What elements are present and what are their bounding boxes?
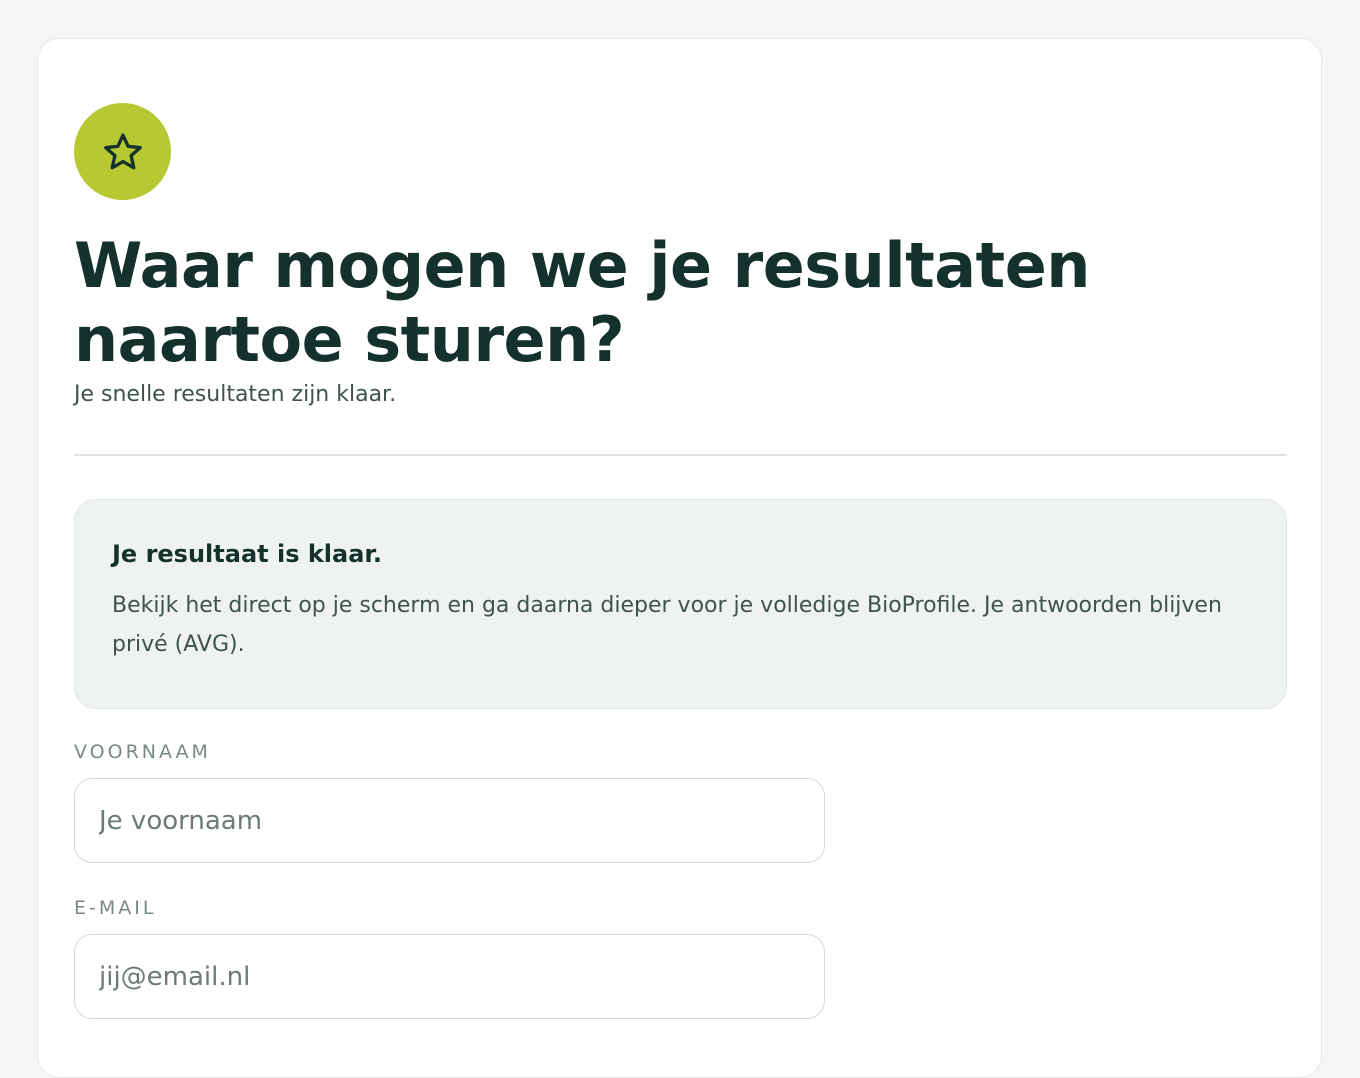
results-card: Waar mogen we je resultaten naartoe stur… [37, 38, 1322, 1078]
page-subtitle: Je snelle resultaten zijn klaar. [74, 382, 397, 407]
first-name-input[interactable] [74, 778, 825, 863]
star-icon [103, 132, 142, 169]
divider [74, 454, 1287, 456]
star-badge [74, 103, 171, 200]
first-name-label: VOORNAAM [74, 741, 211, 763]
info-box: Je resultaat is klaar. Bekijk het direct… [74, 499, 1287, 709]
email-input[interactable] [74, 934, 825, 1019]
email-label: E-MAIL [74, 897, 157, 919]
info-title: Je resultaat is klaar. [112, 540, 382, 568]
page-title: Waar mogen we je resultaten naartoe stur… [74, 229, 1090, 376]
info-text: Bekijk het direct op je scherm en ga daa… [112, 593, 1222, 657]
